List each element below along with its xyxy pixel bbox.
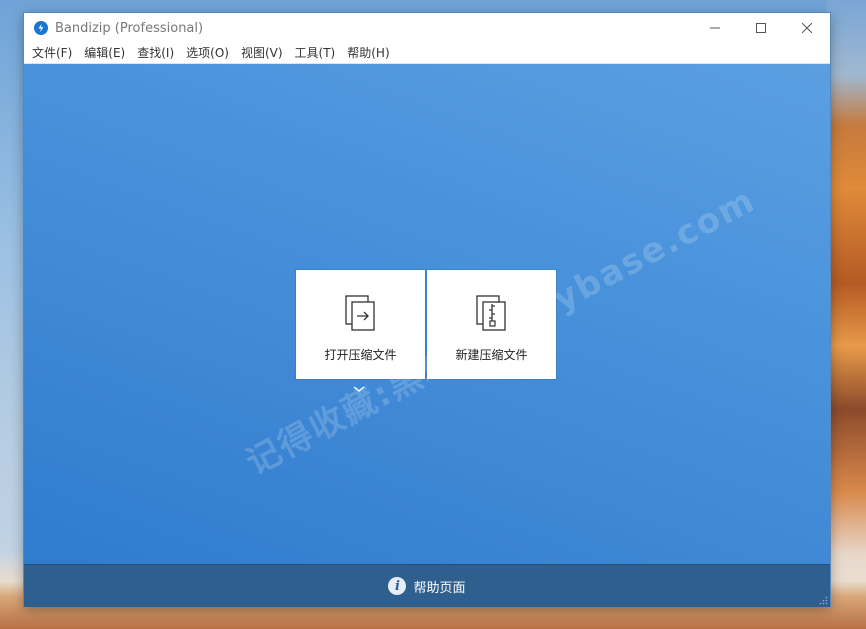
minimize-button[interactable] (692, 13, 738, 43)
new-archive-button[interactable]: 新建压缩文件 (427, 270, 556, 379)
maximize-button[interactable] (738, 13, 784, 43)
menu-view[interactable]: 视图(V) (235, 43, 289, 63)
open-archive-label: 打开压缩文件 (324, 348, 397, 362)
new-archive-icon (475, 295, 506, 331)
help-page-bar[interactable]: i 帮助页面 (24, 564, 830, 607)
open-archive-icon (344, 295, 375, 331)
menu-edit[interactable]: 编辑(E) (78, 43, 131, 63)
main-content-area: 记得收藏:黑域基地 Hybase.com 打开压缩文件 新建压缩文件 (24, 64, 830, 564)
info-icon: i (388, 577, 407, 595)
title-bar[interactable]: Bandizip (Professional) (24, 13, 830, 43)
app-window: Bandizip (Professional) 文件(F) 编辑(E) 查找(I… (24, 13, 830, 607)
menu-options[interactable]: 选项(O) (180, 43, 235, 63)
help-page-label: 帮助页面 (413, 580, 466, 596)
new-archive-label: 新建压缩文件 (455, 348, 528, 362)
menu-bar: 文件(F) 编辑(E) 查找(I) 选项(O) 视图(V) 工具(T) 帮助(H… (24, 43, 830, 64)
close-button[interactable] (784, 13, 830, 43)
window-title: Bandizip (Professional) (55, 20, 204, 36)
close-icon (802, 23, 812, 33)
menu-help[interactable]: 帮助(H) (341, 43, 395, 63)
resize-grip-icon[interactable] (818, 595, 828, 605)
minimize-icon (710, 27, 720, 29)
chevron-down-icon[interactable] (353, 384, 365, 394)
bandizip-logo-icon (34, 21, 48, 35)
open-archive-button[interactable]: 打开压缩文件 (296, 270, 425, 379)
menu-tools[interactable]: 工具(T) (289, 43, 342, 63)
maximize-icon (756, 23, 766, 33)
menu-file[interactable]: 文件(F) (26, 43, 78, 63)
desktop-wallpaper (826, 0, 866, 629)
window-controls (692, 13, 830, 43)
menu-find[interactable]: 查找(I) (131, 43, 180, 63)
